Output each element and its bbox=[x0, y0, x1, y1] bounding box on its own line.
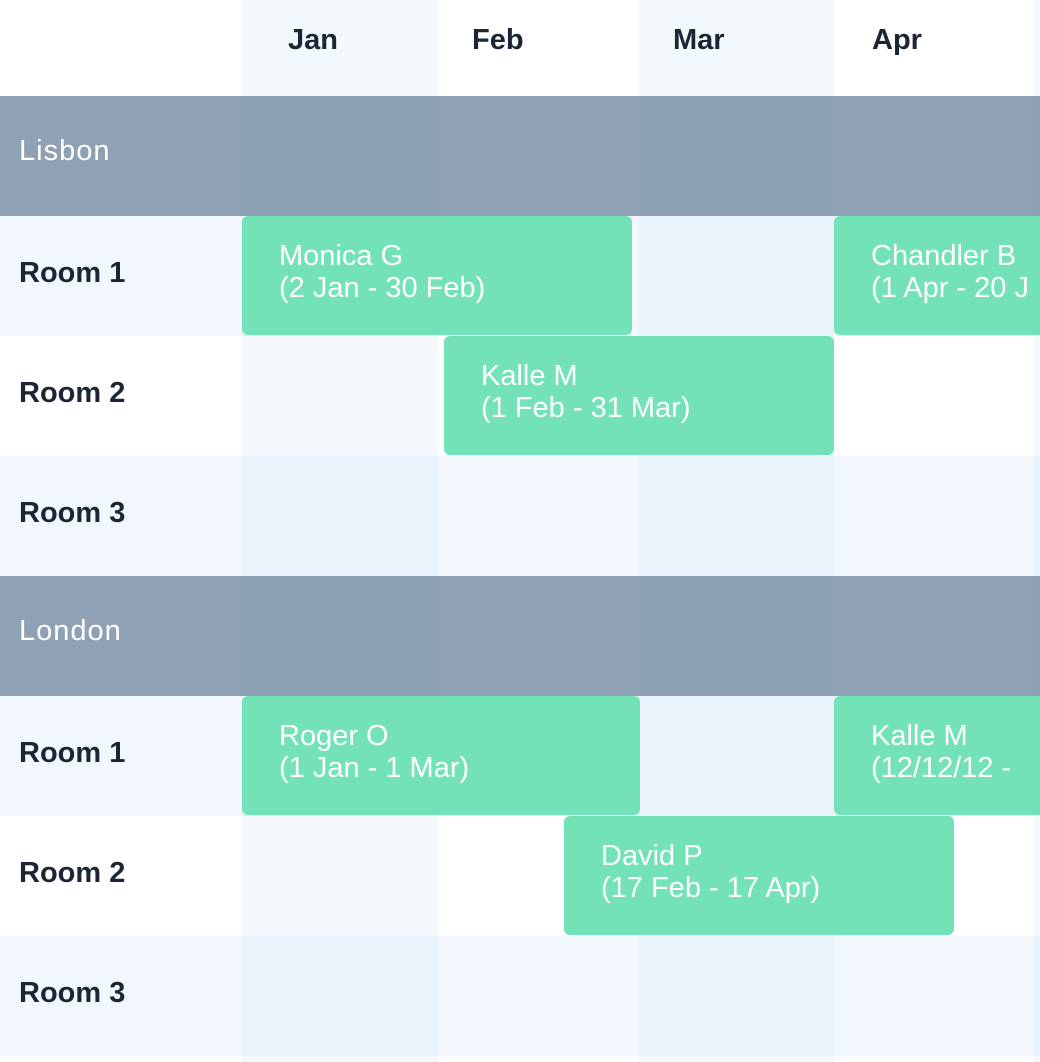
group-label: Lisbon bbox=[19, 135, 111, 167]
booking-name: Kalle M bbox=[871, 720, 968, 752]
booking-dates: (2 Jan - 30 Feb) bbox=[279, 272, 486, 304]
booking-name: Kalle M bbox=[481, 360, 578, 392]
booking-name: Chandler B bbox=[871, 240, 1017, 272]
room-label: Room 2 bbox=[19, 377, 126, 409]
room-label: Room 3 bbox=[19, 977, 126, 1009]
row-bg bbox=[0, 936, 1040, 1056]
month-header-apr: Apr bbox=[872, 24, 922, 56]
booking-dates: (1 Apr - 20 J bbox=[871, 272, 1029, 304]
booking-event[interactable]: Chandler B (1 Apr - 20 J bbox=[834, 216, 1040, 335]
room-label: Room 1 bbox=[19, 737, 126, 769]
group-row-london[interactable]: London bbox=[0, 576, 1040, 696]
booking-event[interactable]: Roger O (1 Jan - 1 Mar) bbox=[242, 696, 640, 815]
booking-dates: (1 Feb - 31 Mar) bbox=[481, 392, 691, 424]
room-label: Room 3 bbox=[19, 497, 126, 529]
room-label: Room 1 bbox=[19, 257, 126, 289]
row-bg bbox=[0, 456, 1040, 576]
booking-name: David P bbox=[601, 840, 703, 872]
booking-event[interactable]: Kalle M (12/12/12 - bbox=[834, 696, 1040, 815]
group-label: London bbox=[19, 615, 122, 647]
booking-event[interactable]: Kalle M (1 Feb - 31 Mar) bbox=[444, 336, 834, 455]
month-header-mar: Mar bbox=[673, 24, 725, 56]
month-header-feb: Feb bbox=[472, 24, 524, 56]
booking-dates: (17 Feb - 17 Apr) bbox=[601, 872, 821, 904]
room-label: Room 2 bbox=[19, 857, 126, 889]
booking-event[interactable]: Monica G (2 Jan - 30 Feb) bbox=[242, 216, 632, 335]
booking-event[interactable]: David P (17 Feb - 17 Apr) bbox=[564, 816, 954, 935]
booking-name: Monica G bbox=[279, 240, 404, 272]
booking-dates: (1 Jan - 1 Mar) bbox=[279, 752, 470, 784]
booking-dates: (12/12/12 - bbox=[871, 752, 1012, 784]
group-row-lisbon[interactable]: Lisbon bbox=[0, 96, 1040, 216]
month-header-jan: Jan bbox=[288, 24, 338, 56]
booking-name: Roger O bbox=[279, 720, 389, 752]
